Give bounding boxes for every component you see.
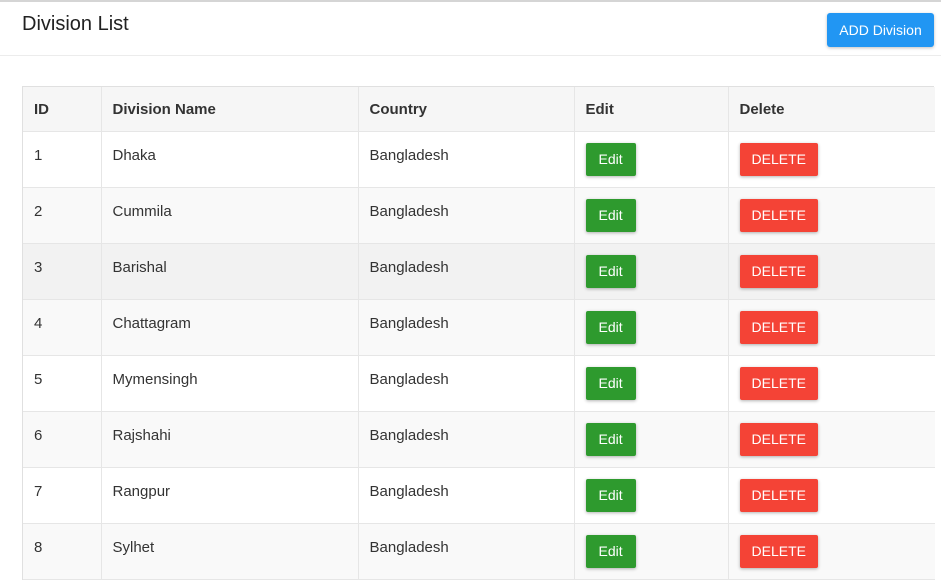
cell-delete: DELETE	[728, 523, 935, 580]
cell-delete: DELETE	[728, 187, 935, 244]
delete-button[interactable]: DELETE	[739, 478, 818, 512]
table-body: 1 Dhaka Bangladesh Edit DELETE 2 Cummila…	[23, 131, 935, 580]
cell-id: 7	[23, 467, 102, 524]
cell-country: Bangladesh	[358, 131, 575, 188]
table-row: 1 Dhaka Bangladesh Edit DELETE	[23, 131, 935, 188]
column-header-delete: Delete	[728, 87, 935, 132]
page-title: Division List	[22, 13, 129, 35]
delete-button[interactable]: DELETE	[739, 198, 818, 232]
cell-division-name: Mymensingh	[101, 355, 359, 412]
cell-edit: Edit	[574, 131, 729, 188]
cell-edit: Edit	[574, 467, 729, 524]
cell-division-name: Barishal	[101, 243, 359, 300]
cell-id: 8	[23, 523, 102, 580]
cell-country: Bangladesh	[358, 467, 575, 524]
cell-delete: DELETE	[728, 131, 935, 188]
table-header: ID Division Name Country Edit Delete	[23, 87, 935, 132]
table-row: 7 Rangpur Bangladesh Edit DELETE	[23, 467, 935, 524]
cell-division-name: Cummila	[101, 187, 359, 244]
cell-country: Bangladesh	[358, 187, 575, 244]
cell-country: Bangladesh	[358, 243, 575, 300]
table-row: 8 Sylhet Bangladesh Edit DELETE	[23, 523, 935, 580]
table-header-row: ID Division Name Country Edit Delete	[23, 87, 935, 132]
delete-button[interactable]: DELETE	[739, 422, 818, 456]
column-header-country[interactable]: Country	[358, 87, 575, 132]
cell-delete: DELETE	[728, 411, 935, 468]
table-row: 2 Cummila Bangladesh Edit DELETE	[23, 187, 935, 244]
cell-edit: Edit	[574, 523, 729, 580]
cell-edit: Edit	[574, 243, 729, 300]
delete-button[interactable]: DELETE	[739, 254, 818, 288]
edit-button[interactable]: Edit	[585, 422, 636, 456]
cell-division-name: Rangpur	[101, 467, 359, 524]
cell-country: Bangladesh	[358, 411, 575, 468]
cell-id: 3	[23, 243, 102, 300]
delete-button[interactable]: DELETE	[739, 534, 818, 568]
division-table-container: ID Division Name Country Edit Delete 1 D…	[22, 86, 935, 580]
column-header-division-name[interactable]: Division Name	[101, 87, 359, 132]
edit-button[interactable]: Edit	[585, 478, 636, 512]
cell-edit: Edit	[574, 411, 729, 468]
page-header: Division List ADD Division	[0, 0, 941, 56]
edit-button[interactable]: Edit	[585, 310, 636, 344]
delete-button[interactable]: DELETE	[739, 310, 818, 344]
table-row: 3 Barishal Bangladesh Edit DELETE	[23, 243, 935, 300]
edit-button[interactable]: Edit	[585, 254, 636, 288]
delete-button[interactable]: DELETE	[739, 142, 818, 176]
table-row: 5 Mymensingh Bangladesh Edit DELETE	[23, 355, 935, 412]
division-table: ID Division Name Country Edit Delete 1 D…	[23, 87, 935, 580]
column-header-edit: Edit	[574, 87, 729, 132]
cell-id: 2	[23, 187, 102, 244]
cell-id: 4	[23, 299, 102, 356]
edit-button[interactable]: Edit	[585, 534, 636, 568]
cell-delete: DELETE	[728, 355, 935, 412]
add-division-button[interactable]: ADD Division	[827, 13, 934, 47]
cell-id: 1	[23, 131, 102, 188]
cell-delete: DELETE	[728, 467, 935, 524]
delete-button[interactable]: DELETE	[739, 366, 818, 400]
cell-delete: DELETE	[728, 243, 935, 300]
cell-edit: Edit	[574, 187, 729, 244]
cell-delete: DELETE	[728, 299, 935, 356]
cell-division-name: Sylhet	[101, 523, 359, 580]
edit-button[interactable]: Edit	[585, 366, 636, 400]
cell-id: 5	[23, 355, 102, 412]
table-row: 6 Rajshahi Bangladesh Edit DELETE	[23, 411, 935, 468]
table-row: 4 Chattagram Bangladesh Edit DELETE	[23, 299, 935, 356]
cell-edit: Edit	[574, 299, 729, 356]
edit-button[interactable]: Edit	[585, 142, 636, 176]
cell-edit: Edit	[574, 355, 729, 412]
cell-country: Bangladesh	[358, 355, 575, 412]
cell-id: 6	[23, 411, 102, 468]
cell-division-name: Chattagram	[101, 299, 359, 356]
cell-division-name: Rajshahi	[101, 411, 359, 468]
cell-country: Bangladesh	[358, 523, 575, 580]
column-header-id[interactable]: ID	[23, 87, 102, 132]
edit-button[interactable]: Edit	[585, 198, 636, 232]
cell-division-name: Dhaka	[101, 131, 359, 188]
cell-country: Bangladesh	[358, 299, 575, 356]
